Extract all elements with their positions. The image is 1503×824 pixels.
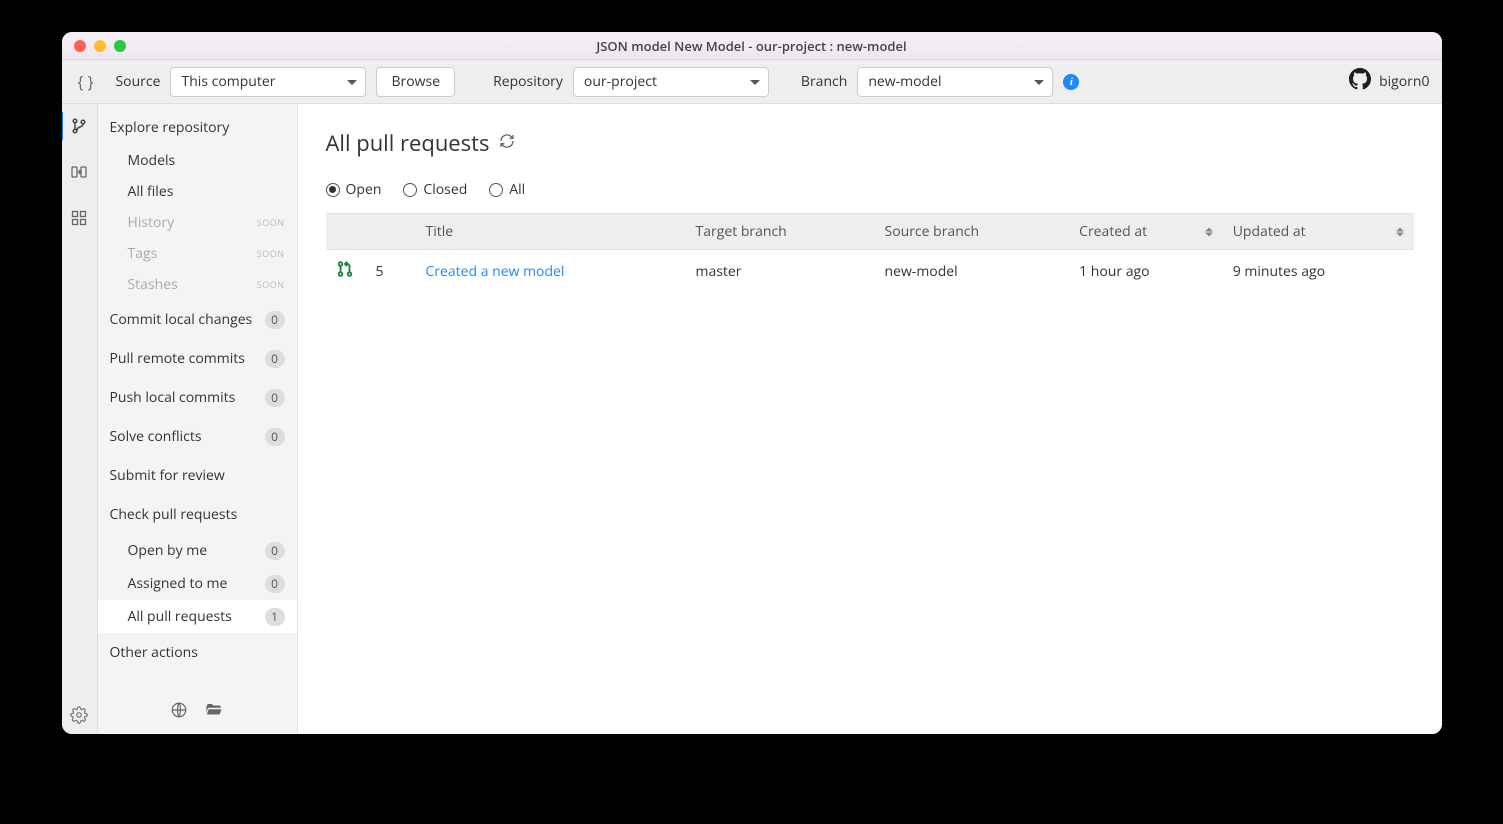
sidebar-item-pull-remote[interactable]: Pull remote commits 0 (98, 339, 297, 378)
rail-settings-icon[interactable] (62, 706, 97, 724)
rail-branch-icon[interactable] (62, 112, 96, 140)
sidebar-item-other-actions[interactable]: Other actions (98, 633, 297, 672)
repository-label: Repository (493, 72, 563, 91)
pr-title-cell: Created a new model (416, 250, 686, 294)
sidebar-item-assigned-to-me[interactable]: Assigned to me 0 (98, 567, 297, 600)
page-title: All pull requests (326, 128, 1414, 158)
sidebar-item-stashes: Stashes SOON (98, 269, 297, 300)
icon-rail (62, 104, 98, 734)
browse-button-label: Browse (391, 72, 440, 91)
body: Explore repository Models All files Hist… (62, 104, 1442, 734)
source-label: Source (116, 72, 161, 91)
pr-updated-cell: 9 minutes ago (1223, 250, 1414, 294)
sidebar-item-models[interactable]: Models (98, 145, 297, 176)
col-number-header (366, 214, 416, 250)
branch-select-value: new-model (868, 72, 941, 91)
window-title: JSON model New Model - our-project : new… (62, 37, 1442, 55)
folder-open-icon[interactable] (204, 701, 224, 724)
branch-label: Branch (801, 72, 847, 91)
col-source-header[interactable]: Source branch (875, 214, 1070, 250)
sidebar-bottom-icons (98, 701, 297, 724)
status-filter-group: Open Closed All (326, 180, 1414, 199)
sidebar-item-open-by-me[interactable]: Open by me 0 (98, 534, 297, 567)
pull-request-icon (336, 264, 354, 283)
repository-select-value: our-project (584, 72, 657, 91)
filter-open-radio[interactable]: Open (326, 180, 382, 199)
pr-target-cell: master (686, 250, 875, 294)
globe-icon[interactable] (170, 701, 188, 724)
main-content: All pull requests Open Closed All (298, 104, 1442, 734)
toolbar: { } Source This computer Browse Reposito… (62, 60, 1442, 104)
rail-compare-icon[interactable] (62, 158, 98, 186)
pr-title-link[interactable]: Created a new model (426, 262, 565, 281)
pull-requests-table: Title Target branch Source branch Create… (326, 213, 1414, 293)
source-select[interactable]: This computer (170, 67, 366, 97)
col-created-header[interactable]: Created at (1069, 214, 1223, 250)
sidebar-item-commit-local[interactable]: Commit local changes 0 (98, 300, 297, 339)
username: bigorn0 (1379, 72, 1429, 91)
pr-source-cell: new-model (875, 250, 1070, 294)
sidebar-item-all-files[interactable]: All files (98, 176, 297, 207)
filter-closed-radio[interactable]: Closed (403, 180, 467, 199)
sidebar-item-all-pull-requests[interactable]: All pull requests 1 (98, 600, 297, 633)
json-braces-icon: { } (74, 71, 98, 93)
table-row[interactable]: 5 Created a new model master new-model 1… (326, 250, 1414, 294)
sidebar-item-submit-review[interactable]: Submit for review (98, 456, 297, 495)
filter-all-radio[interactable]: All (489, 180, 525, 199)
titlebar: JSON model New Model - our-project : new… (62, 32, 1442, 60)
rail-grid-icon[interactable] (62, 204, 98, 232)
col-target-header[interactable]: Target branch (686, 214, 875, 250)
branch-select[interactable]: new-model (857, 67, 1053, 97)
repository-select[interactable]: our-project (573, 67, 769, 97)
sidebar-item-solve-conflicts[interactable]: Solve conflicts 0 (98, 417, 297, 456)
pr-status-cell (326, 250, 366, 294)
sort-arrows-icon (1205, 223, 1213, 240)
user-chip[interactable]: bigorn0 (1349, 68, 1429, 95)
sidebar: Explore repository Models All files Hist… (98, 104, 298, 734)
sidebar-explore-header[interactable]: Explore repository (98, 110, 297, 145)
source-select-value: This computer (181, 72, 275, 91)
github-icon (1349, 68, 1371, 95)
pr-number-cell: 5 (366, 250, 416, 294)
col-icon-header (326, 214, 366, 250)
sidebar-item-history: History SOON (98, 207, 297, 238)
browse-button[interactable]: Browse (376, 67, 455, 97)
sort-arrows-icon (1396, 223, 1404, 240)
app-window: JSON model New Model - our-project : new… (62, 32, 1442, 734)
refresh-icon[interactable] (499, 132, 515, 154)
info-icon[interactable]: i (1063, 74, 1079, 90)
sidebar-item-check-prs[interactable]: Check pull requests (98, 495, 297, 534)
col-title-header[interactable]: Title (416, 214, 686, 250)
col-updated-header[interactable]: Updated at (1223, 214, 1414, 250)
pr-created-cell: 1 hour ago (1069, 250, 1223, 294)
sidebar-item-tags: Tags SOON (98, 238, 297, 269)
sidebar-item-push-local[interactable]: Push local commits 0 (98, 378, 297, 417)
